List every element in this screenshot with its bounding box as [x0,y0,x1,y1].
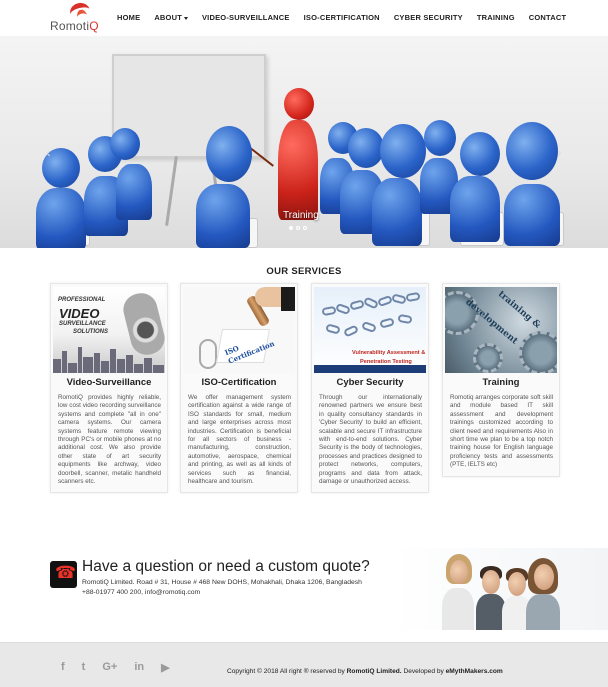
figure-head [424,120,456,156]
nav-about-label: ABOUT [154,13,182,22]
slider-indicators [289,226,310,230]
service-title[interactable]: Training [443,377,559,388]
nav-video-surveillance[interactable]: VIDEO-SURVEILLANCE [202,13,290,22]
board-leg [165,156,178,226]
service-description: RomotiQ provides highly reliable, low co… [58,394,161,486]
service-card-training: training & development Training Romotiq … [442,283,560,477]
top-navbar: RomotiQ HOME ABOUT VIDEO-SURVEILLANCE IS… [0,0,608,36]
facebook-icon[interactable]: f [61,661,65,674]
figure-body [116,164,152,220]
service-description: Romotiq arranges corporate soft skill an… [450,394,553,469]
iso-certification-image[interactable]: ISO Certification [183,287,295,373]
cta-title: Have a question or need a custom quote? [82,558,370,575]
google-plus-icon[interactable]: G+ [102,661,117,674]
service-card-video-surveillance: PROFESSIONAL VIDEO SURVEILLANCE SOLUTION… [50,283,168,494]
figure-head [348,128,384,168]
developer-link[interactable]: eMythMakers.com [446,668,503,675]
figure-head [380,124,426,178]
social-links: f t G+ in ▶ [61,661,187,674]
twitter-icon[interactable]: t [82,661,86,674]
nav-about[interactable]: ABOUT [154,13,188,22]
linkedin-icon[interactable]: in [134,661,144,674]
site-footer: f t G+ in ▶ Copyright © 2018 All right ®… [0,642,608,687]
contact-details[interactable]: +88-01977 400 200, info@romotiq.com [82,589,200,596]
figure-body [372,178,422,246]
figure-head [506,122,558,180]
contact-banner: Have a question or need a custom quote? … [0,548,608,630]
youtube-icon[interactable]: ▶ [161,661,169,674]
chevron-right-icon[interactable]: › [557,144,562,160]
romotiq-logo[interactable]: RomotiQ [50,0,106,33]
nav-cyber-security[interactable]: CYBER SECURITY [394,13,463,22]
caret-down-icon [183,16,188,20]
company-link[interactable]: RomotiQ Limited. [347,668,402,675]
ink-bottle [199,339,217,369]
nav-iso-certification[interactable]: ISO-CERTIFICATION [304,13,380,22]
teacher-figure-body [278,120,318,220]
gear-icon [519,331,557,373]
figure-body [504,184,560,246]
figure-head [206,126,252,182]
hero-caption: Training [283,210,319,221]
figure-body [36,188,86,248]
nav-home[interactable]: HOME [117,13,140,22]
logo-text-prefix: Romoti [50,19,90,33]
service-card-cyber-security: Vulnerability Assessment & Penetration T… [311,283,429,494]
sleeve-image [281,287,295,311]
figure-body [450,176,500,242]
main-menu: HOME ABOUT VIDEO-SURVEILLANCE ISO-CERTIF… [117,13,580,22]
company-address: RomotiQ Limited. Road # 31, House # 468 … [82,579,362,586]
nav-training[interactable]: TRAINING [477,13,515,22]
slider-dot[interactable] [303,226,307,230]
team-photo [412,548,608,630]
services-heading: OUR SERVICES [266,266,342,277]
figure-head [110,128,140,160]
service-card-iso-certification: ISO Certification ISO-Certification We of… [180,283,298,494]
gear-icon [473,343,503,373]
service-description: Through our internationally renowned par… [319,394,422,486]
service-title[interactable]: ISO-Certification [181,377,297,388]
slider-dot[interactable] [296,226,300,230]
cyber-security-image[interactable]: Vulnerability Assessment & Penetration T… [314,287,426,373]
slider-dot[interactable] [289,226,293,230]
service-description: We offer management system certification… [188,394,291,486]
copyright-text: Copyright © 2018 All right ® reserved by… [227,668,503,675]
chevron-left-icon[interactable]: ‹ [46,144,51,160]
chain-link-icon [321,305,337,317]
phone-icon [50,561,77,588]
service-title[interactable]: Cyber Security [312,377,428,388]
video-surveillance-image[interactable]: PROFESSIONAL VIDEO SURVEILLANCE SOLUTION… [53,287,165,373]
hero-slider[interactable]: ‹ › Training [0,36,608,248]
figure-body [196,184,250,248]
figure-head [460,132,500,176]
training-image[interactable]: training & development [445,287,557,373]
nav-contact[interactable]: CONTACT [529,13,567,22]
service-title[interactable]: Video-Surveillance [51,377,167,388]
teacher-figure-head [284,88,314,120]
city-skyline [53,345,165,373]
logo-text-suffix: Q [89,19,99,33]
